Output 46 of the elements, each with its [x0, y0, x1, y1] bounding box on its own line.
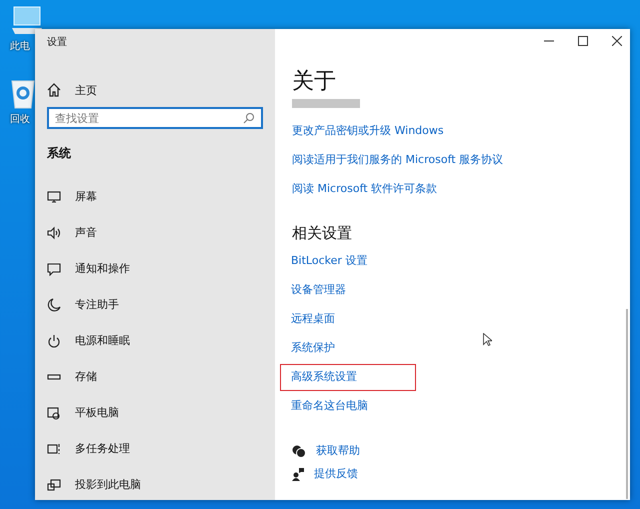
chat-help-icon [292, 444, 306, 458]
desktop-icon-label: 回收 [10, 113, 30, 126]
sidebar-item[interactable]: 声音 [47, 225, 263, 240]
sidebar-item[interactable]: 存储 [47, 369, 263, 384]
monitor-icon [47, 190, 61, 204]
search-icon [243, 112, 255, 124]
section-heading: 系统 [47, 145, 72, 162]
scrollbar[interactable] [626, 309, 628, 499]
sidebar-item[interactable]: 通知和操作 [47, 261, 263, 276]
search-field[interactable]: 查找设置 [47, 107, 263, 129]
link[interactable]: 获取帮助 [316, 444, 360, 458]
close-icon[interactable] [612, 36, 622, 46]
mouse-cursor-icon [483, 333, 492, 346]
page-title: 关于 [292, 69, 337, 95]
moon-icon [47, 298, 61, 312]
computer-icon[interactable] [10, 6, 44, 36]
link[interactable]: 设备管理器 [280, 277, 357, 304]
link[interactable]: 提供反馈 [314, 467, 358, 481]
link[interactable]: 高级系统设置 [280, 364, 416, 391]
projection-icon [47, 478, 61, 492]
window-title: 设置 [47, 36, 68, 49]
tablet-icon [47, 406, 61, 420]
sidebar-item[interactable]: 专注助手 [47, 297, 263, 312]
sidebar-item[interactable]: 平板电脑 [47, 405, 263, 420]
power-icon [47, 334, 61, 348]
link[interactable]: 远程桌面 [280, 306, 346, 333]
link[interactable]: BitLocker 设置 [280, 248, 378, 275]
message-icon [47, 262, 61, 276]
link[interactable]: 重命名这台电脑 [280, 393, 379, 420]
home-icon [47, 83, 61, 97]
link[interactable]: 更改产品密钥或升级 Windows [292, 124, 444, 138]
sidebar-item[interactable]: 投影到此电脑 [47, 477, 263, 492]
home-item[interactable]: 主页 [47, 83, 263, 97]
desktop-icon-label: 此电 [10, 40, 30, 53]
speaker-icon [47, 226, 61, 240]
sidebar-item[interactable]: 多任务处理 [47, 441, 263, 456]
sidebar-item[interactable]: 电源和睡眠 [47, 333, 263, 348]
redacted-bar [292, 99, 360, 108]
link[interactable]: 阅读适用于我们服务的 Microsoft 服务协议 [292, 153, 504, 167]
link[interactable]: 阅读 Microsoft 软件许可条款 [292, 182, 438, 196]
feedback-icon [292, 467, 304, 481]
sidebar-item[interactable]: 屏幕 [47, 189, 263, 204]
link[interactable]: 系统保护 [280, 335, 346, 362]
section-heading: 相关设置 [292, 224, 353, 243]
multitask-icon [47, 442, 61, 456]
maximize-icon[interactable] [578, 36, 588, 46]
